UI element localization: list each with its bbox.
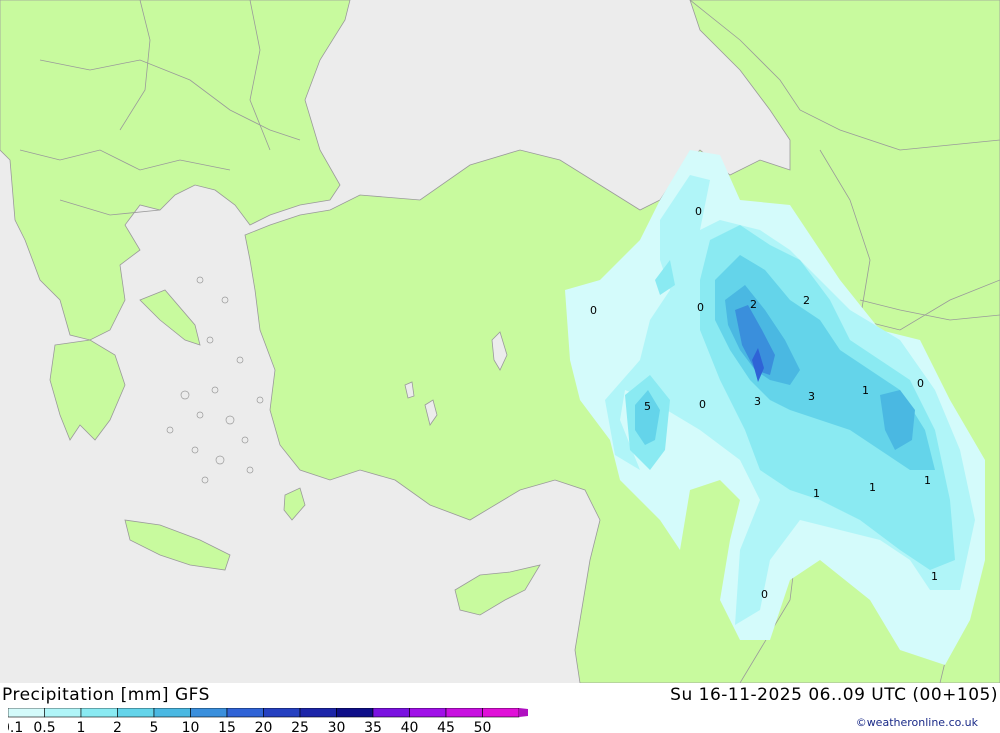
map-label: 1 [813, 487, 820, 500]
map-label: 1 [862, 384, 869, 397]
scale-label: 2 [113, 720, 122, 733]
scale-swatch [117, 708, 155, 718]
scale-label: 40 [401, 720, 419, 733]
scale-swatch [482, 708, 520, 718]
map-label: 1 [931, 570, 938, 583]
scale-swatch [372, 708, 410, 718]
scale-label: 1 [77, 720, 86, 733]
scale-swatch [445, 708, 483, 718]
map-label: 1 [924, 474, 931, 487]
map-label: 5 [644, 400, 651, 413]
scale-label: 50 [474, 720, 492, 733]
scale-label: 30 [328, 720, 346, 733]
scale-swatch [336, 708, 374, 718]
valid-time: Su 16-11-2025 06..09 UTC (00+105) [670, 685, 998, 705]
scale-label: 10 [182, 720, 200, 733]
scale-swatch [226, 708, 264, 718]
color-scale: 0.10.5125101520253035404550 [8, 708, 528, 733]
scale-swatch [190, 708, 228, 718]
map-label: 2 [750, 298, 757, 311]
scale-arrow [519, 708, 528, 717]
scale-labels: 0.10.5125101520253035404550 [8, 720, 491, 733]
map-label: 0 [699, 398, 706, 411]
scale-swatch [153, 708, 191, 718]
scale-label: 5 [150, 720, 159, 733]
map-label: 1 [869, 481, 876, 494]
precipitation-map: 0 0 0 2 2 5 0 3 3 1 0 1 1 1 1 0 [0, 0, 1000, 683]
scale-label: 20 [255, 720, 273, 733]
legend-footer: Precipitation [mm] GFS Su 16-11-2025 06.… [0, 683, 1000, 733]
scale-swatch [263, 708, 301, 718]
credit-text: ©weatheronline.co.uk [855, 716, 978, 729]
scale-label: 35 [364, 720, 382, 733]
scale-label: 15 [218, 720, 236, 733]
scale-swatch [80, 708, 118, 718]
scale-swatch [409, 708, 447, 718]
map-label: 3 [754, 395, 761, 408]
scale-label: 0.5 [33, 720, 55, 733]
scale-swatch [44, 708, 82, 718]
map-label: 0 [695, 205, 702, 218]
scale-swatch [299, 708, 337, 718]
map-label: 3 [808, 390, 815, 403]
scale-label: 0.1 [8, 720, 23, 733]
scale-boxes [8, 708, 528, 718]
map-label: 0 [697, 301, 704, 314]
scale-label: 25 [291, 720, 309, 733]
scale-swatch [8, 708, 45, 718]
map-label: 0 [761, 588, 768, 601]
scale-label: 45 [437, 720, 455, 733]
map-title: Precipitation [mm] GFS [2, 685, 210, 705]
map-label: 0 [917, 377, 924, 390]
map-label: 2 [803, 294, 810, 307]
map-label: 0 [590, 304, 597, 317]
